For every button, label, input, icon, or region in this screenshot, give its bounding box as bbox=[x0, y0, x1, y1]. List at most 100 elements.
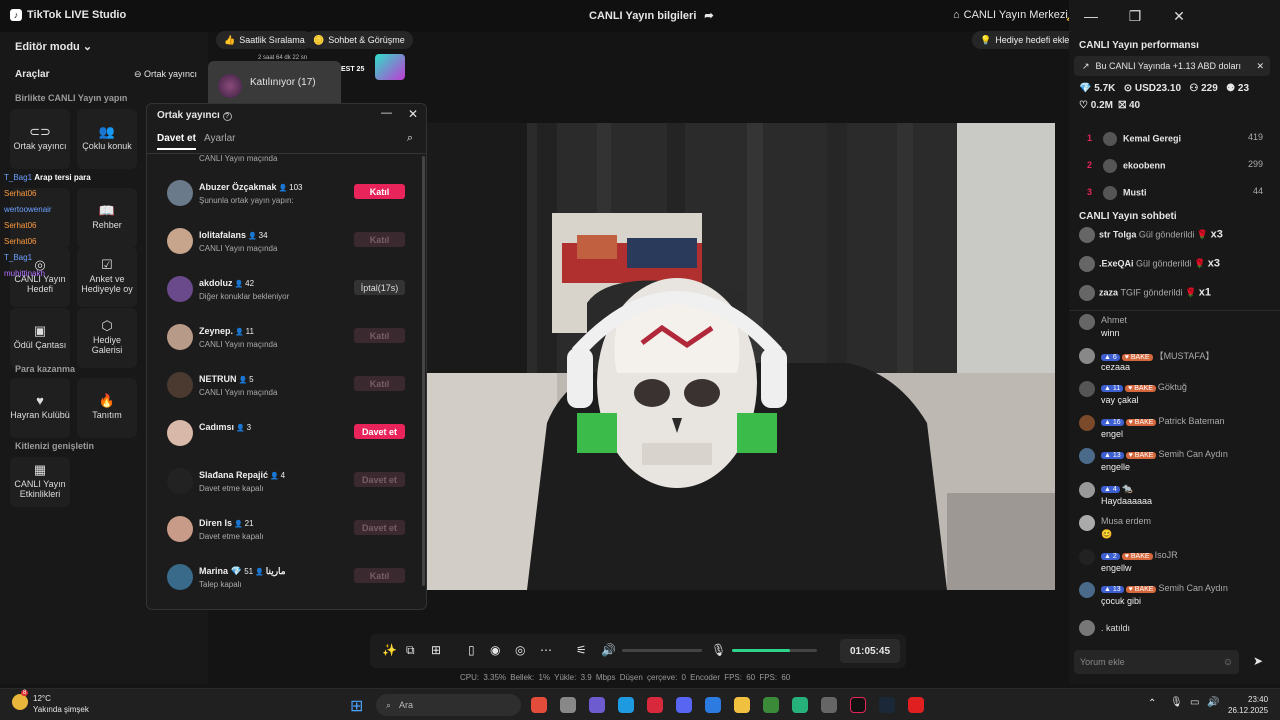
live-center-button[interactable]: ⌂ CANLI Yayın Merkezi bbox=[953, 9, 1068, 21]
tiktok-live-taskbar-icon[interactable] bbox=[850, 697, 866, 713]
utility-icon[interactable] bbox=[821, 697, 837, 713]
speaker-icon[interactable]: 🔊 bbox=[601, 643, 616, 657]
chat-username[interactable]: Musa erdem bbox=[1101, 516, 1151, 526]
chrome-profile-icon[interactable] bbox=[763, 697, 779, 713]
app-icon[interactable] bbox=[792, 697, 808, 713]
invite-action-button[interactable]: Davet et bbox=[354, 520, 405, 535]
invite-action-button[interactable]: Katıl bbox=[354, 568, 405, 583]
teams-icon[interactable] bbox=[589, 697, 605, 713]
invite-action-button[interactable]: Davet et bbox=[354, 424, 405, 439]
file-explorer-icon[interactable] bbox=[734, 697, 750, 713]
edge-icon[interactable] bbox=[618, 697, 634, 713]
modal-minimize-button[interactable]: — bbox=[381, 107, 392, 119]
invite-action-button[interactable]: Katıl bbox=[354, 232, 405, 247]
microphone-icon[interactable]: 🎙 bbox=[711, 643, 726, 657]
invite-action-button[interactable]: Katıl bbox=[354, 376, 405, 391]
tray-chevron-icon[interactable]: ⌃ bbox=[1148, 698, 1156, 709]
tile-reward-bag[interactable]: ▣ Ödül Çantası bbox=[10, 308, 70, 368]
poll-icon: ☑ bbox=[101, 257, 113, 272]
editor-mode-dropdown[interactable]: Editör modu ⌄ bbox=[15, 40, 92, 53]
emoji-icon[interactable]: ☺ bbox=[1223, 657, 1233, 668]
chat-username[interactable]: Göktuğ bbox=[1158, 382, 1187, 392]
tray-volume-icon[interactable]: 🔊 bbox=[1207, 697, 1219, 708]
joining-status[interactable]: Katılınıyor (17) bbox=[208, 61, 341, 103]
invite-action-button[interactable]: İptal(17s) bbox=[354, 280, 405, 295]
store-icon[interactable] bbox=[560, 697, 576, 713]
maximize-button[interactable]: ❐ bbox=[1113, 0, 1157, 32]
cohost-list-item: Cadımsı 👤 3 Davet et bbox=[167, 416, 407, 456]
tile-cohost[interactable]: ⊂⊃ Ortak yayıncı bbox=[10, 109, 70, 169]
tab-invite[interactable]: Davet et bbox=[157, 133, 196, 150]
live-info-button[interactable]: CANLI Yayın bilgileri ➦ bbox=[589, 9, 714, 23]
gift-goal-pill[interactable]: 💡 Hediye hedefi ekle bbox=[972, 31, 1078, 49]
chat-text: çocuk gibi bbox=[1101, 596, 1142, 606]
windows-start-icon[interactable]: ⊞ bbox=[350, 696, 363, 716]
tile-promote[interactable]: 🔥 Tanıtım bbox=[77, 378, 137, 438]
screen-add-icon[interactable]: ⊞ bbox=[431, 643, 441, 657]
chrome-icon[interactable] bbox=[531, 697, 547, 713]
hourly-ranking-pill[interactable]: 👍 Saatlik Sıralama bbox=[216, 31, 313, 49]
cohost-link[interactable]: ⊖ Ortak yayıncı bbox=[134, 69, 197, 80]
taskbar-search[interactable]: ⌕ Ara bbox=[376, 694, 521, 716]
modal-close-button[interactable]: ✕ bbox=[408, 107, 418, 121]
fan-badge: ♥ BAKE bbox=[1121, 353, 1153, 361]
volume-slider[interactable] bbox=[622, 649, 702, 652]
send-icon[interactable]: ➤ bbox=[1253, 654, 1263, 668]
ranking-row[interactable]: 2 ekoobenn 299 bbox=[1087, 159, 1275, 173]
cohost-list-item: NETRUN 👤 5 CANLI Yayın maçında Katıl bbox=[167, 368, 407, 408]
close-window-button[interactable]: ✕ bbox=[1157, 0, 1201, 32]
stat-viewers: 229 bbox=[1201, 83, 1218, 94]
phone-icon[interactable]: ▯ bbox=[468, 643, 475, 657]
user-count: 11 bbox=[245, 327, 254, 336]
invite-action-button[interactable]: Katıl bbox=[354, 328, 405, 343]
camera-record-icon[interactable]: ◎ bbox=[515, 643, 525, 657]
tile-live-events[interactable]: ▦ CANLI Yayın Etkinlikleri bbox=[10, 457, 70, 507]
weather-widget[interactable]: 12°C Yakında şimşek bbox=[33, 693, 89, 715]
invite-action-button[interactable]: Katıl bbox=[354, 184, 405, 199]
chat-username[interactable]: Semih Can Aydın bbox=[1158, 583, 1227, 593]
tile-fan-club[interactable]: ♥ Hayran Kulübü bbox=[10, 378, 70, 438]
clock[interactable]: 23:40 26.12.2025 bbox=[1228, 694, 1268, 716]
chat-meet-pill[interactable]: 🪙 Sohbet & Görüşme bbox=[305, 31, 413, 49]
tray-network-icon[interactable]: ▭ bbox=[1190, 697, 1199, 708]
user-avatar bbox=[167, 276, 193, 302]
tray-mic-icon[interactable]: 🎙 bbox=[1170, 697, 1183, 708]
opera-icon[interactable] bbox=[647, 697, 663, 713]
chat-username[interactable]: 【MUSTAFA】 bbox=[1155, 351, 1215, 361]
youtube-icon[interactable] bbox=[908, 697, 924, 713]
info-icon[interactable]: ? bbox=[222, 112, 232, 121]
minimize-button[interactable]: — bbox=[1069, 0, 1113, 32]
effects-wand-icon[interactable]: ✨ bbox=[382, 643, 397, 657]
overlay-name: T_Bag1 bbox=[4, 173, 33, 182]
rank-name: Musti bbox=[1123, 187, 1147, 198]
weather-icon[interactable]: 8 bbox=[12, 690, 29, 710]
mic-level-slider[interactable] bbox=[732, 649, 817, 652]
banner-close-icon[interactable]: ✕ bbox=[1256, 61, 1264, 72]
tile-gift-gallery[interactable]: ⬡ Hediye Galerisi bbox=[77, 308, 137, 368]
more-options-icon[interactable]: ⋯ bbox=[540, 643, 552, 657]
comment-input[interactable]: Yorum ekle ☺ bbox=[1074, 650, 1239, 674]
cohost-list-item: lolitafalans 👤 34 CANLI Yayın maçında Katı… bbox=[167, 224, 407, 264]
chat-username[interactable]: 🐀 bbox=[1122, 483, 1133, 493]
mail-icon[interactable] bbox=[705, 697, 721, 713]
tab-settings[interactable]: Ayarlar bbox=[204, 133, 236, 144]
chat-username[interactable]: IsoJR bbox=[1155, 550, 1178, 560]
modal-search-icon[interactable]: ⌕ bbox=[407, 132, 413, 145]
modal-scrollbar[interactable] bbox=[422, 156, 425, 586]
ranking-row[interactable]: 1 Kemal Geregi 419 bbox=[1087, 132, 1275, 146]
chat-username[interactable]: Patrick Bateman bbox=[1158, 416, 1224, 426]
discord-icon[interactable] bbox=[676, 697, 692, 713]
record-icon[interactable]: ◉ bbox=[490, 643, 500, 657]
gift-icon: ⬡ bbox=[101, 318, 113, 333]
invite-action-button[interactable]: Davet et bbox=[354, 472, 405, 487]
chat-username[interactable]: Semih Can Aydın bbox=[1158, 449, 1227, 459]
tile-multi-guest[interactable]: 👥 Çoklu konuk bbox=[77, 109, 137, 169]
ranking-row[interactable]: 3 Musti 44 bbox=[1087, 186, 1275, 200]
mixer-icon[interactable]: ⚟ bbox=[576, 643, 587, 657]
chat-text: engel bbox=[1101, 428, 1124, 439]
windows-taskbar: 8 12°C Yakında şimşek ⊞ ⌕ Ara ⌃ 🎙 ▭ 🔊 23:4… bbox=[0, 688, 1280, 720]
add-source-icon[interactable]: ⧉ bbox=[406, 643, 415, 658]
chat-username[interactable]: Ahmet bbox=[1101, 315, 1127, 325]
event-badge-icon[interactable] bbox=[375, 54, 405, 80]
steam-icon[interactable] bbox=[879, 697, 895, 713]
